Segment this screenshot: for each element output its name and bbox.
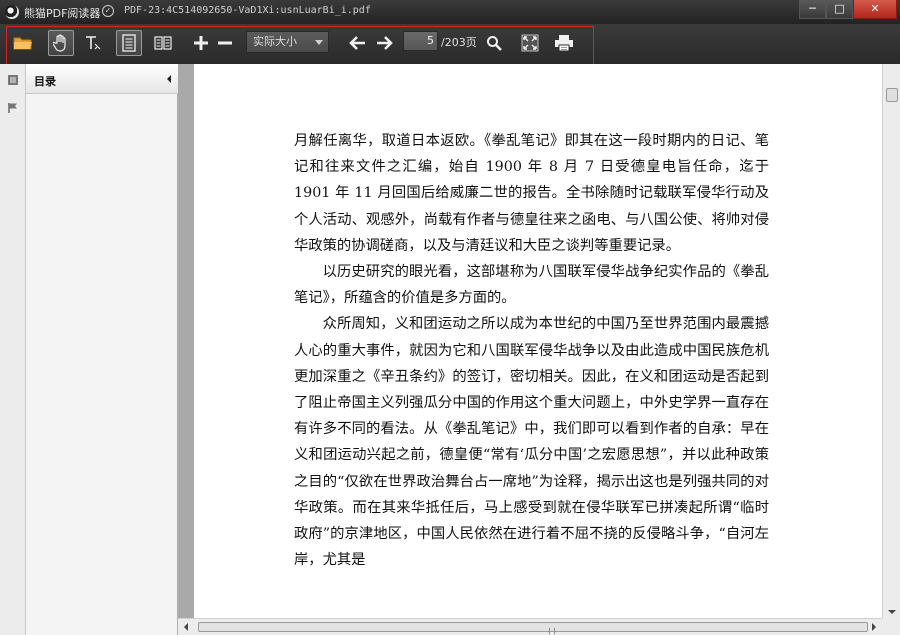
hand-icon [53, 34, 66, 52]
search-button[interactable] [481, 30, 507, 56]
app-title: 熊猫PDF阅读器 [24, 7, 101, 20]
outline-panel: 目录 [26, 64, 178, 635]
vertical-scrollbar[interactable] [882, 64, 900, 618]
minimize-button[interactable]: ─ [799, 0, 826, 19]
page-text: 月解任离华，取道日本返欧。《拳乱笔记》即其在这一段时期内的日记、笔记和往来文件之… [294, 128, 769, 573]
printer-icon [555, 35, 573, 52]
horizontal-scrollbar[interactable] [178, 618, 882, 635]
open-file-button[interactable] [10, 30, 36, 56]
page-number-input[interactable]: 5 [403, 31, 438, 51]
text-select-button[interactable] [80, 30, 106, 56]
fullscreen-button[interactable] [517, 30, 543, 56]
hand-tool-button[interactable] [48, 30, 74, 56]
scroll-grip-icon [549, 628, 555, 634]
file-title: PDF-23:4C514092650-VaD1Xi:usnLuarBi_i.pd… [124, 5, 371, 16]
page-total-label: /203页 [441, 36, 477, 49]
outline-panel-title: 目录 [34, 75, 56, 88]
two-page-icon [154, 36, 172, 50]
previous-page-button[interactable] [345, 30, 371, 56]
next-page-button[interactable] [371, 30, 397, 56]
paragraph: 月解任离华，取道日本返欧。《拳乱笔记》即其在这一段时期内的日记、笔记和往来文件之… [294, 133, 769, 254]
verify-check-icon[interactable]: ✓ [102, 5, 114, 17]
scrollbar-corner [882, 618, 900, 635]
text-cursor-icon [86, 36, 101, 50]
fullscreen-icon [521, 34, 539, 52]
two-page-button[interactable] [150, 30, 176, 56]
paragraph: 众所周知，义和团运动之所以成为本世纪的中国乃至世界范围内最震撼人心的重大事件，就… [294, 316, 769, 569]
arrow-right-icon [377, 36, 393, 50]
maximize-button[interactable]: □ [826, 0, 853, 19]
bookmarks-list-icon[interactable] [7, 74, 19, 86]
chevron-down-icon [315, 40, 323, 45]
pdf-page: 月解任离华，取道日本返欧。《拳乱笔记》即其在这一段时期内的日记、笔记和往来文件之… [194, 64, 882, 618]
panda-app-icon [5, 5, 19, 19]
horizontal-scroll-thumb[interactable] [198, 622, 868, 634]
scroll-right-icon[interactable] [872, 623, 876, 631]
zoom-level-select[interactable]: 实际大小 [246, 31, 329, 53]
toolbar: 实际大小 5 /203页 [0, 24, 900, 64]
search-icon [487, 36, 502, 51]
document-viewport[interactable]: 月解任离华，取道日本返欧。《拳乱笔记》即其在这一段时期内的日记、笔记和往来文件之… [178, 64, 882, 618]
sidebar-tab-strip [0, 64, 26, 635]
vertical-scroll-thumb[interactable] [886, 88, 898, 102]
title-bar: 熊猫PDF阅读器 ✓ PDF-23:4C514092650-VaD1Xi:usn… [0, 0, 900, 24]
zoom-out-button[interactable] [212, 30, 238, 56]
print-button[interactable] [551, 30, 577, 56]
zoom-level-value: 实际大小 [253, 35, 297, 48]
outline-panel-header: 目录 [26, 64, 178, 94]
close-button[interactable]: ✕ [853, 0, 897, 19]
scroll-left-icon[interactable] [184, 623, 188, 631]
arrow-left-icon [349, 36, 365, 50]
minus-icon [218, 41, 232, 45]
plus-icon [194, 36, 208, 50]
paragraph: 以历史研究的眼光看，这部堪称为八国联军侵华战争纪实作品的《拳乱笔记》，所蕴含的价… [294, 264, 769, 307]
collapse-panel-icon[interactable] [167, 75, 171, 83]
flag-icon[interactable] [7, 102, 19, 114]
folder-icon [13, 37, 32, 50]
zoom-in-button[interactable] [188, 30, 214, 56]
single-page-icon [122, 34, 136, 52]
scroll-down-icon[interactable] [888, 610, 896, 614]
single-page-button[interactable] [116, 30, 142, 56]
